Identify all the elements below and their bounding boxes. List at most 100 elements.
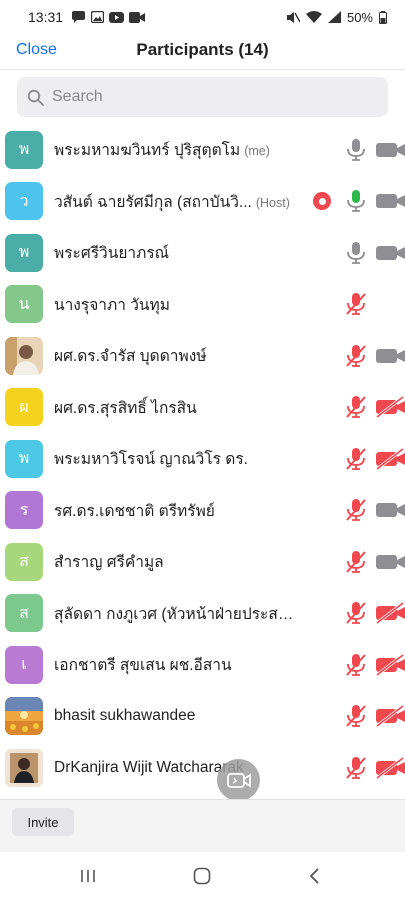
participant-name: วสันต์ ฉายรัศมีกุล (สถาบันวิ... (54, 193, 252, 211)
participant-name-group: ผศ.ดร.สุรสิทธิ์ ไกรสิน (54, 395, 197, 420)
mic-status[interactable] (345, 138, 367, 162)
participant-name-group: พระมหามฆวินทร์ ปุริสุตฺตโม (me) (54, 137, 270, 162)
video-status[interactable] (375, 756, 405, 779)
mic-status[interactable] (345, 704, 367, 728)
avatar: ว (5, 182, 43, 221)
video-off-icon (376, 142, 405, 157)
status-right: 50% (286, 10, 387, 25)
participant-row[interactable]: เ เอกชาตรี สุขเสน ผช.อีสาน (0, 639, 405, 691)
video-muted-icon (376, 756, 405, 779)
avatar: พ (5, 439, 43, 478)
video-app-icon (129, 11, 146, 23)
home-button[interactable] (189, 864, 215, 888)
mic-status[interactable] (345, 447, 367, 471)
mic-status[interactable] (345, 601, 367, 625)
mic-icon (347, 241, 365, 264)
participant-name-group: พระศรีวินยาภรณ์ (54, 240, 169, 265)
participant-name-group: พระมหาวิโรจน์ ญาณวิโร ดร. (54, 446, 248, 471)
mic-status[interactable] (345, 550, 367, 574)
participant-row[interactable]: พ พระศรีวินยาภรณ์ (0, 227, 405, 279)
avatar-initial: ส (19, 553, 29, 571)
avatar: น (5, 285, 43, 324)
avatar-initial: เ (21, 656, 27, 674)
participant-name-group: สำราญ ศรีคำมูล (54, 549, 164, 574)
mic-status[interactable] (345, 241, 367, 265)
participant-row[interactable]: ร รศ.ดร.เดชชาติ ตรีทรัพย์ (0, 485, 405, 537)
invite-button[interactable]: Invite (12, 808, 74, 836)
video-status[interactable] (375, 551, 405, 573)
mic-status[interactable] (345, 292, 367, 316)
participant-row[interactable]: น นางรุจาภา วันทุม (0, 279, 405, 331)
video-muted-icon (376, 447, 405, 470)
video-status[interactable] (375, 345, 405, 367)
video-status[interactable] (375, 499, 405, 521)
youtube-icon (109, 11, 125, 23)
participant-name: นางรุจาภา วันทุม (54, 296, 170, 314)
mic-muted-icon (346, 499, 366, 522)
participant-name-group: DrKanjira Wijit Watchararak (54, 759, 244, 777)
avatar (5, 748, 43, 787)
video-status[interactable] (375, 705, 405, 728)
recent-apps-icon (81, 870, 95, 882)
participant-name: bhasit sukhawandee (54, 707, 196, 725)
video-off-icon (376, 554, 405, 569)
participant-name: รศ.ดร.เดชชาติ ตรีทรัพย์ (54, 502, 215, 520)
mic-status[interactable] (345, 344, 367, 368)
participant-role-tag: (me) (244, 144, 270, 159)
avatar (5, 336, 43, 375)
participant-name-group: ผศ.ดร.จำรัส บุดดาพงษ์ (54, 343, 206, 368)
video-status[interactable] (375, 602, 405, 625)
participant-name: สำราญ ศรีคำมูล (54, 554, 164, 572)
mic-status[interactable] (345, 189, 367, 213)
mic-muted-icon (346, 550, 366, 573)
video-status[interactable] (375, 190, 405, 212)
participant-name-group: bhasit sukhawandee (54, 707, 195, 725)
search-bar[interactable] (17, 77, 388, 117)
participant-list[interactable]: พ พระมหามฆวินทร์ ปุริสุตฺตโม (me) ว วสันต์ ฉ… (0, 124, 405, 799)
participant-row[interactable]: ส สุลัดดา กงภูเวศ (หัวหน้าฝ่ายประสานง... (0, 588, 405, 640)
video-status[interactable] (375, 447, 405, 470)
search-input[interactable] (52, 88, 352, 106)
recent-apps-button[interactable] (75, 864, 101, 888)
mic-status[interactable] (345, 653, 367, 677)
avatar-initial: พ (18, 244, 30, 262)
video-status[interactable] (375, 653, 405, 676)
participant-row[interactable]: bhasit sukhawandee (0, 691, 405, 743)
participant-row[interactable]: ผ ผศ.ดร.สุรสิทธิ์ ไกรสิน (0, 382, 405, 434)
mic-status[interactable] (345, 498, 367, 522)
back-button[interactable] (302, 864, 328, 888)
participant-row[interactable]: ผศ.ดร.จำรัส บุดดาพงษ์ (0, 330, 405, 382)
avatar: พ (5, 130, 43, 169)
search-icon (27, 89, 44, 106)
system-navigation-bar (0, 852, 405, 900)
mic-status[interactable] (345, 756, 367, 780)
floating-video-button[interactable] (217, 759, 260, 801)
avatar-initial: ร (19, 501, 29, 519)
video-off-icon (376, 503, 405, 518)
video-status[interactable] (375, 242, 405, 264)
mic-muted-icon (346, 756, 366, 779)
participant-row[interactable]: ว วสันต์ ฉายรัศมีกุล (สถาบันวิ... (Host) (0, 176, 405, 228)
avatar-initial: ส (19, 604, 29, 622)
mic-muted-icon (346, 705, 366, 728)
participant-row[interactable]: พ พระมหาวิโรจน์ ญาณวิโร ดร. (0, 433, 405, 485)
avatar-initial: ว (19, 192, 29, 210)
recording-icon (313, 192, 331, 211)
mic-muted-icon (346, 653, 366, 676)
participant-row[interactable]: ส สำราญ ศรีคำมูล (0, 536, 405, 588)
participant-role-tag: (Host) (255, 195, 290, 210)
mic-status[interactable] (345, 395, 367, 419)
avatar: พ (5, 233, 43, 272)
participant-row[interactable]: DrKanjira Wijit Watchararak (0, 742, 405, 794)
chat-app-icon (72, 10, 86, 23)
participant-row[interactable]: พ พระมหามฆวินทร์ ปุริสุตฺตโม (me) (0, 124, 405, 176)
status-bar: 13:31 50% (0, 0, 405, 34)
avatar: ส (5, 542, 43, 581)
video-status[interactable] (375, 139, 405, 161)
video-off-icon (376, 348, 405, 363)
participant-photo (5, 748, 43, 787)
mic-muted-icon (346, 602, 366, 625)
video-status[interactable] (375, 396, 405, 419)
avatar: ส (5, 594, 43, 633)
avatar: ร (5, 491, 43, 530)
